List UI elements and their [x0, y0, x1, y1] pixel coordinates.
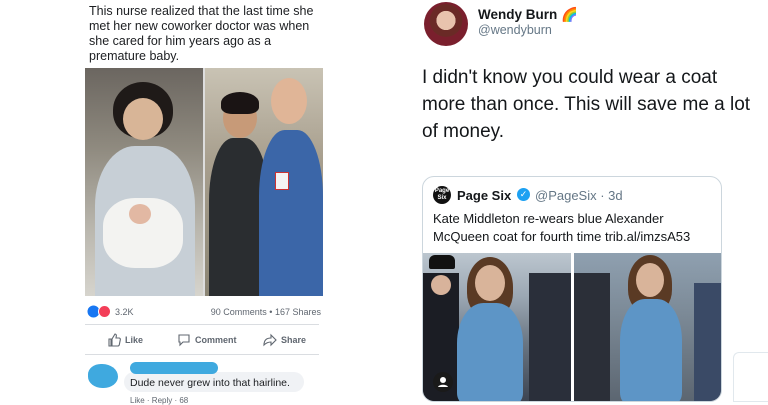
quoted-text: Kate Middleton re-wears blue Alexander M… [433, 211, 691, 244]
redacted-commenter-name [130, 362, 218, 374]
tweet: Wendy Burn 🌈 @wendyburn I didn't know yo… [410, 0, 768, 402]
guard-hat [429, 255, 455, 269]
verified-badge-icon: ✓ [517, 188, 530, 201]
quoted-handle-time: @PageSix · 3d [535, 188, 623, 203]
blue-coat [457, 303, 523, 401]
nurse-face [123, 98, 163, 140]
background-person [574, 273, 610, 401]
blue-coat [620, 299, 682, 401]
like-button[interactable]: Like [107, 333, 143, 347]
post-photo-collage[interactable] [85, 68, 323, 296]
person-icon [438, 377, 448, 387]
kate-face [636, 263, 664, 297]
reaction-count[interactable]: 3.2K [115, 307, 134, 317]
comment-text: Dude never grew into that hairline. [130, 377, 290, 389]
nurse-hair [221, 92, 259, 114]
post-text: This nurse realized that the last time s… [89, 4, 314, 63]
comment-button[interactable]: Comment [177, 333, 237, 347]
quoted-image-right[interactable] [574, 253, 721, 401]
share-button[interactable]: Share [263, 333, 306, 347]
author-handle[interactable]: @wendyburn [478, 23, 552, 37]
post-stats: 3.2K 90 Comments • 167 Shares [85, 303, 323, 321]
thumbs-up-icon [108, 333, 121, 347]
person-tag-icon[interactable] [433, 372, 453, 392]
adjacent-card-edge [733, 352, 768, 402]
author-name[interactable]: Wendy Burn 🌈 [478, 7, 578, 23]
divider [85, 354, 319, 355]
divider [85, 324, 319, 325]
rainbow-icon: 🌈 [561, 7, 578, 22]
like-label: Like [125, 335, 144, 345]
doctor-scrubs [259, 130, 323, 296]
doctor-face [271, 78, 307, 124]
post-actions: Like Comment Share [85, 330, 323, 350]
background-person [529, 273, 571, 401]
guard-face [431, 275, 451, 295]
nurse-with-baby-photo [85, 68, 203, 296]
page-six-logo: Page Six [433, 186, 451, 204]
comments-shares-count[interactable]: 90 Comments • 167 Shares [211, 307, 321, 317]
facebook-post: This nurse realized that the last time s… [80, 0, 323, 405]
comment-label: Comment [195, 335, 237, 345]
quoted-tweet[interactable]: Page Six Page Six ✓ @PageSix · 3d Kate M… [422, 176, 722, 402]
author-avatar[interactable] [424, 2, 468, 46]
tweet-text: I didn't know you could wear a coat more… [422, 67, 751, 142]
author-name-text: Wendy Burn [478, 7, 558, 22]
nurse-and-doctor-photo [205, 68, 323, 296]
badge [275, 172, 289, 190]
baby-face [129, 204, 151, 224]
share-label: Share [281, 335, 307, 345]
quoted-author-name: Page Six [457, 188, 512, 203]
comment-actions-partial[interactable]: Like · Reply · 68 [130, 396, 188, 405]
redacted-avatar [88, 364, 118, 388]
background-person [694, 283, 721, 401]
comment-icon [178, 334, 190, 347]
share-icon [263, 333, 277, 347]
kate-face [475, 265, 505, 301]
reactions-icon [87, 305, 111, 318]
